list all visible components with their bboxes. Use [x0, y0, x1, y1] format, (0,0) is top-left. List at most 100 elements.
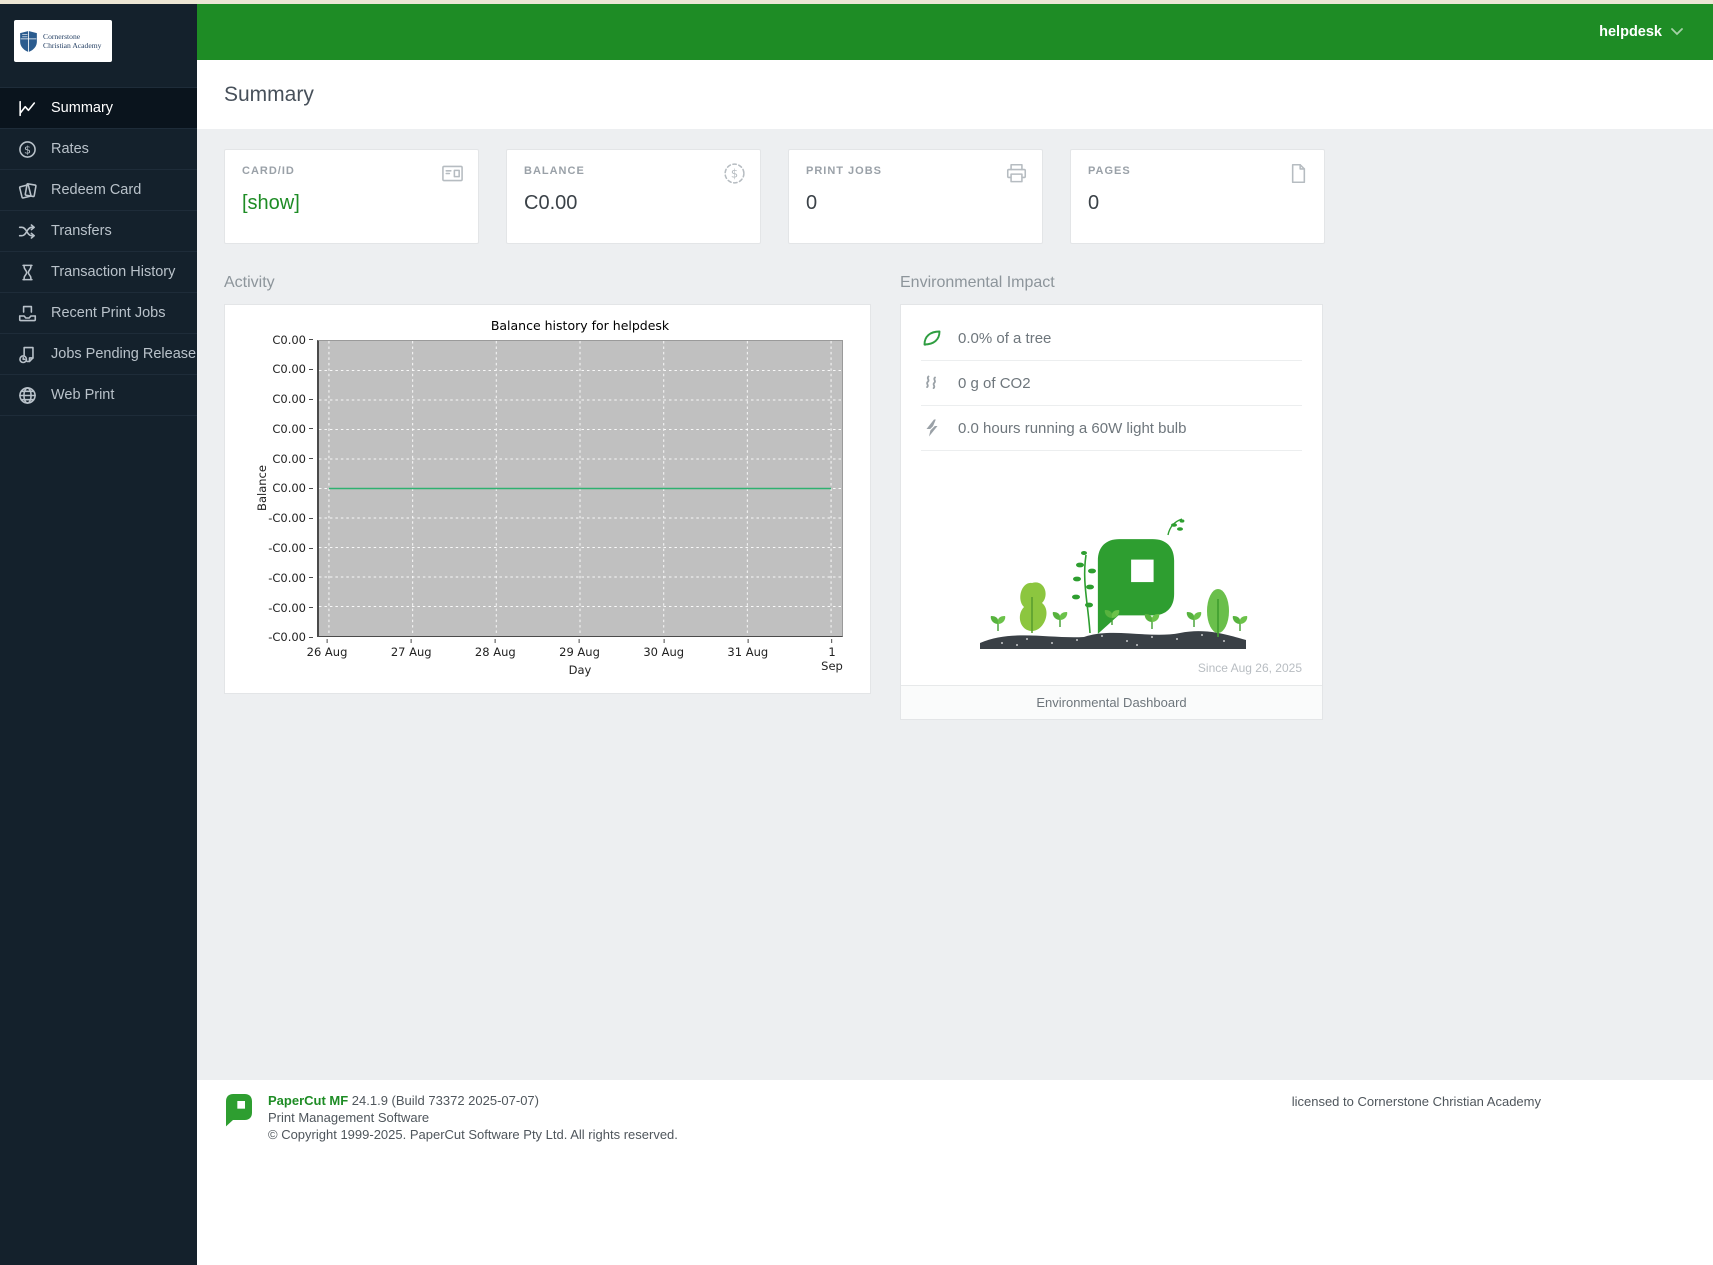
x-tick: 28 Aug — [475, 639, 516, 659]
sidebar-item-label: Transfers — [51, 223, 112, 239]
footer-version: 24.1.9 (Build 73372 2025-07-07) — [352, 1093, 539, 1108]
sidebar-item-label: Transaction History — [51, 264, 175, 280]
shuffle-icon — [17, 221, 38, 242]
env-row-text: 0.0% of a tree — [958, 330, 1051, 347]
chart-x-axis-label: Day — [317, 663, 843, 677]
section-headings: Activity Environmental Impact — [224, 274, 1686, 292]
title-band: Summary — [197, 60, 1713, 129]
y-tick: -C0.00 — [268, 601, 306, 615]
hourglass-icon — [17, 262, 38, 283]
sidebar-item-label: Jobs Pending Release — [51, 346, 196, 362]
x-tick: 30 Aug — [643, 639, 684, 659]
sidebar-item-label: Rates — [51, 141, 89, 157]
dollar-circle-icon: $ — [17, 139, 38, 160]
env-since-date: Since Aug 26, 2025 — [901, 659, 1322, 685]
co2-icon — [921, 372, 943, 394]
x-tick: 29 Aug — [559, 639, 600, 659]
environmental-dashboard-link[interactable]: Environmental Dashboard — [901, 685, 1322, 719]
footer-product-name: PaperCut MF — [268, 1093, 348, 1108]
y-tick: -C0.00 — [268, 511, 306, 525]
panels-row: Balance history for helpdesk Balance C0.… — [224, 304, 1686, 720]
sidebar-item-redeem-card[interactable]: Redeem Card — [0, 170, 197, 211]
top-bar: helpdesk — [197, 4, 1713, 60]
chevron-down-icon[interactable] — [1671, 28, 1683, 36]
page-title: Summary — [224, 83, 314, 107]
x-tick: 31 Aug — [727, 639, 768, 659]
env-row-co2: 0 g of CO2 — [921, 361, 1302, 406]
cards-icon — [17, 180, 38, 201]
sidebar-item-label: Redeem Card — [51, 182, 141, 198]
sidebar-item-jobs-pending-release[interactable]: Jobs Pending Release — [0, 334, 197, 375]
document-clock-icon — [17, 344, 38, 365]
env-row-text: 0 g of CO2 — [958, 375, 1031, 392]
sidebar-item-summary[interactable]: Summary — [0, 88, 197, 129]
x-tick: 26 Aug — [307, 639, 348, 659]
show-card-id-link[interactable]: [show] — [242, 192, 461, 215]
y-tick: -C0.00 — [268, 571, 306, 585]
chart-title: Balance history for helpdesk — [317, 318, 843, 333]
card-id-card: CARD/ID [show] — [224, 149, 479, 244]
sidebar-nav: Summary $ Rates Redeem Card Transfers Tr… — [0, 87, 197, 416]
content: CARD/ID [show] BALANCE C0.00 $ PRINT JOB… — [197, 129, 1713, 1080]
lightning-icon — [921, 417, 943, 439]
sidebar-item-transfers[interactable]: Transfers — [0, 211, 197, 252]
x-tick: 27 Aug — [391, 639, 432, 659]
y-tick: C0.00 — [272, 452, 306, 466]
print-jobs-value: 0 — [806, 192, 1025, 215]
card-label: PRINT JOBS — [806, 165, 1025, 177]
y-tick: C0.00 — [272, 392, 306, 406]
page-footer: PaperCut MF 24.1.9 (Build 73372 2025-07-… — [197, 1080, 1713, 1265]
svg-text:$: $ — [24, 143, 31, 156]
footer-tagline: Print Management Software — [268, 1109, 678, 1126]
sidebar-item-label: Recent Print Jobs — [51, 305, 165, 321]
chart-y-ticks: C0.00 C0.00 C0.00 C0.00 C0.00 C0.00 -C0.… — [225, 332, 313, 645]
card-label: PAGES — [1088, 165, 1307, 177]
environmental-heading: Environmental Impact — [900, 274, 1055, 292]
chart-plot-area — [317, 340, 843, 637]
chart-x-ticks: 26 Aug 27 Aug 28 Aug 29 Aug 30 Aug 31 Au… — [317, 639, 843, 661]
env-row-text: 0.0 hours running a 60W light bulb — [958, 420, 1186, 437]
footer-text: PaperCut MF 24.1.9 (Build 73372 2025-07-… — [268, 1092, 678, 1143]
y-tick: C0.00 — [272, 333, 306, 347]
sidebar-item-transaction-history[interactable]: Transaction History — [0, 252, 197, 293]
print-tray-icon — [17, 303, 38, 324]
footer-license: licensed to Cornerstone Christian Academ… — [1292, 1092, 1541, 1109]
sidebar-item-rates[interactable]: $ Rates — [0, 129, 197, 170]
organization-name: Cornerstone Christian Academy — [43, 32, 101, 50]
card-label: BALANCE — [524, 165, 743, 177]
shield-icon — [19, 30, 38, 53]
activity-heading: Activity — [224, 274, 871, 292]
main-area: helpdesk Summary CARD/ID [show] BALANCE … — [197, 4, 1713, 1265]
user-menu[interactable]: helpdesk — [1599, 24, 1662, 40]
sidebar-item-label: Web Print — [51, 387, 114, 403]
y-tick: C0.00 — [272, 362, 306, 376]
leaf-icon — [921, 327, 943, 349]
sidebar-item-web-print[interactable]: Web Print — [0, 375, 197, 416]
dashed-dollar-circle-icon: $ — [722, 161, 747, 191]
svg-text:$: $ — [731, 167, 738, 181]
y-tick: C0.00 — [272, 422, 306, 436]
y-tick: C0.00 — [272, 481, 306, 495]
y-tick: -C0.00 — [268, 541, 306, 555]
balance-history-chart: Balance history for helpdesk Balance C0.… — [224, 304, 871, 694]
sidebar-item-label: Summary — [51, 100, 113, 116]
card-balance: BALANCE C0.00 $ — [506, 149, 761, 244]
environmental-illustration — [901, 451, 1322, 659]
papercut-logo-icon — [224, 1092, 254, 1128]
printer-icon — [1004, 161, 1029, 191]
pages-value: 0 — [1088, 192, 1307, 215]
papercut-user-app: Cornerstone Christian Academy Summary $ … — [0, 4, 1713, 1265]
env-row-energy: 0.0 hours running a 60W light bulb — [921, 406, 1302, 451]
line-chart-icon — [17, 98, 38, 119]
environmental-impact-panel: 0.0% of a tree 0 g of CO2 — [900, 304, 1323, 720]
summary-cards: CARD/ID [show] BALANCE C0.00 $ PRINT JOB… — [224, 129, 1686, 244]
organization-logo: Cornerstone Christian Academy — [14, 20, 112, 62]
sidebar-item-recent-print-jobs[interactable]: Recent Print Jobs — [0, 293, 197, 334]
footer-copyright: © Copyright 1999-2025. PaperCut Software… — [268, 1126, 678, 1143]
globe-icon — [17, 385, 38, 406]
card-print-jobs: PRINT JOBS 0 — [788, 149, 1043, 244]
environmental-rows: 0.0% of a tree 0 g of CO2 — [901, 305, 1322, 451]
page-icon — [1286, 161, 1311, 191]
env-row-tree: 0.0% of a tree — [921, 316, 1302, 361]
card-label: CARD/ID — [242, 165, 461, 177]
